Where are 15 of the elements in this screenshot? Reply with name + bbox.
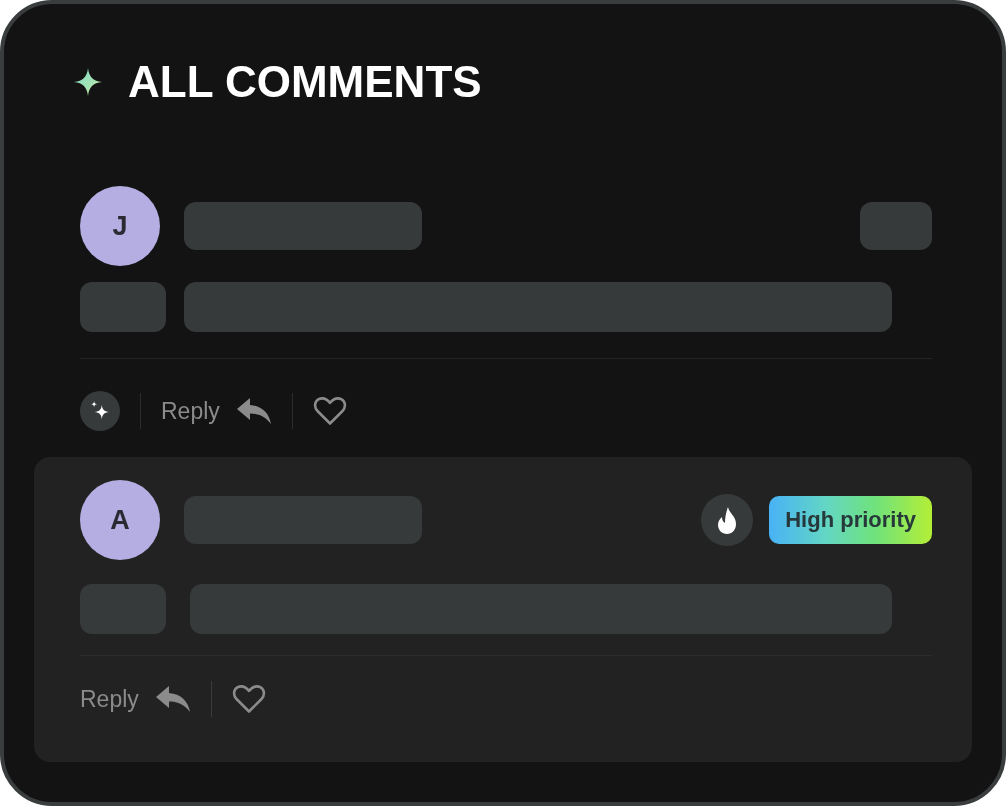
avatar: A: [80, 480, 160, 560]
reply-arrow-icon: [154, 685, 191, 713]
sparkle-icon: [74, 68, 102, 96]
reply-button[interactable]: Reply: [161, 397, 272, 425]
reply-button[interactable]: Reply: [80, 685, 191, 713]
heart-icon[interactable]: [231, 684, 266, 714]
placeholder-bar: [860, 202, 932, 250]
priority-badge: High priority: [769, 496, 932, 544]
sparkles-icon: [90, 401, 110, 421]
heart-icon[interactable]: [312, 396, 347, 426]
reply-arrow-icon: [235, 397, 272, 425]
page-title: ALL COMMENTS: [128, 56, 482, 108]
flame-icon: [701, 494, 754, 546]
avatar: J: [80, 186, 160, 266]
ai-assist-button[interactable]: [80, 391, 120, 431]
